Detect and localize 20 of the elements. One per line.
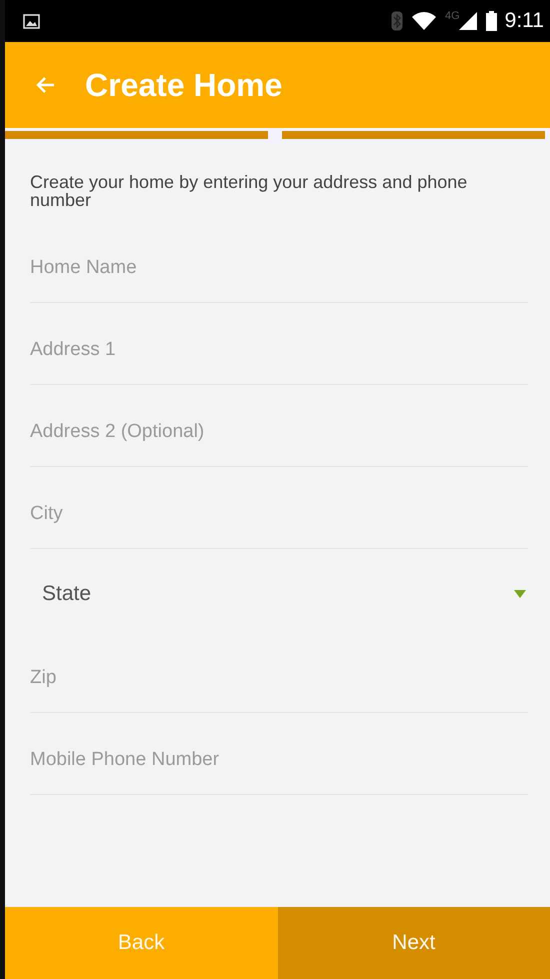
footer-button[interactable]: Back	[5, 907, 278, 979]
battery-icon	[486, 11, 497, 31]
back-arrow-icon	[35, 76, 55, 94]
state-dropdown[interactable]: State	[30, 549, 528, 631]
input-field[interactable]: Address 1	[30, 303, 528, 385]
input-field[interactable]: Mobile Phone Number	[30, 713, 528, 795]
footer-button[interactable]: Next	[278, 907, 550, 979]
image-icon	[23, 14, 40, 28]
wifi-icon	[410, 11, 437, 31]
dropdown-caret-icon	[514, 590, 526, 598]
bluetooth-icon	[390, 11, 403, 31]
network-label: 4G	[444, 10, 460, 22]
input-field[interactable]: Address 2 (Optional)	[30, 385, 528, 467]
instruction-text: Create your home by entering your address and phone number	[30, 173, 468, 209]
input-field[interactable]: Home Name	[30, 221, 528, 303]
clock-time: 9:11	[504, 9, 544, 33]
signal-icon	[458, 11, 478, 31]
screen-title: Create Home	[85, 66, 282, 104]
input-field[interactable]: City	[30, 467, 528, 549]
input-field[interactable]: Zip	[30, 631, 528, 713]
